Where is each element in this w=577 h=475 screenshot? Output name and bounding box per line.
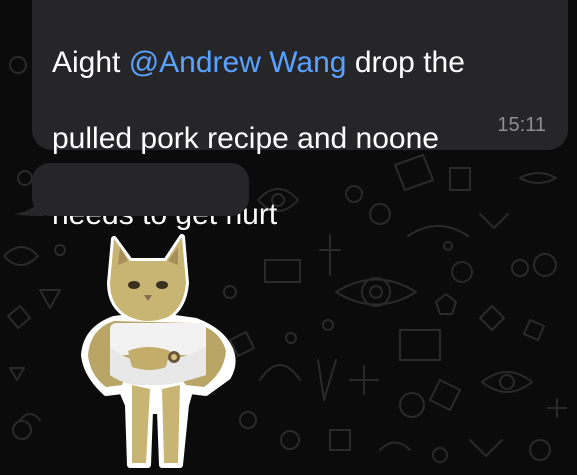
message-timestamp: 15:11: [497, 114, 546, 136]
message-prefix: Aight: [52, 46, 129, 79]
message-bubble[interactable]: Aight @Andrew Wang drop the pulled pork …: [32, 0, 568, 231]
cat-muscle-sticker-icon[interactable]: [70, 225, 245, 470]
message-line-1-suffix: drop the: [346, 46, 465, 79]
message-line-1: Aight @Andrew Wang drop the: [52, 44, 532, 82]
empty-message-bubble[interactable]: [32, 163, 249, 216]
bubble-tail: [14, 194, 44, 216]
mention-link[interactable]: @Andrew Wang: [129, 46, 347, 79]
message-line-2: pulled pork recipe and noone: [52, 122, 439, 155]
